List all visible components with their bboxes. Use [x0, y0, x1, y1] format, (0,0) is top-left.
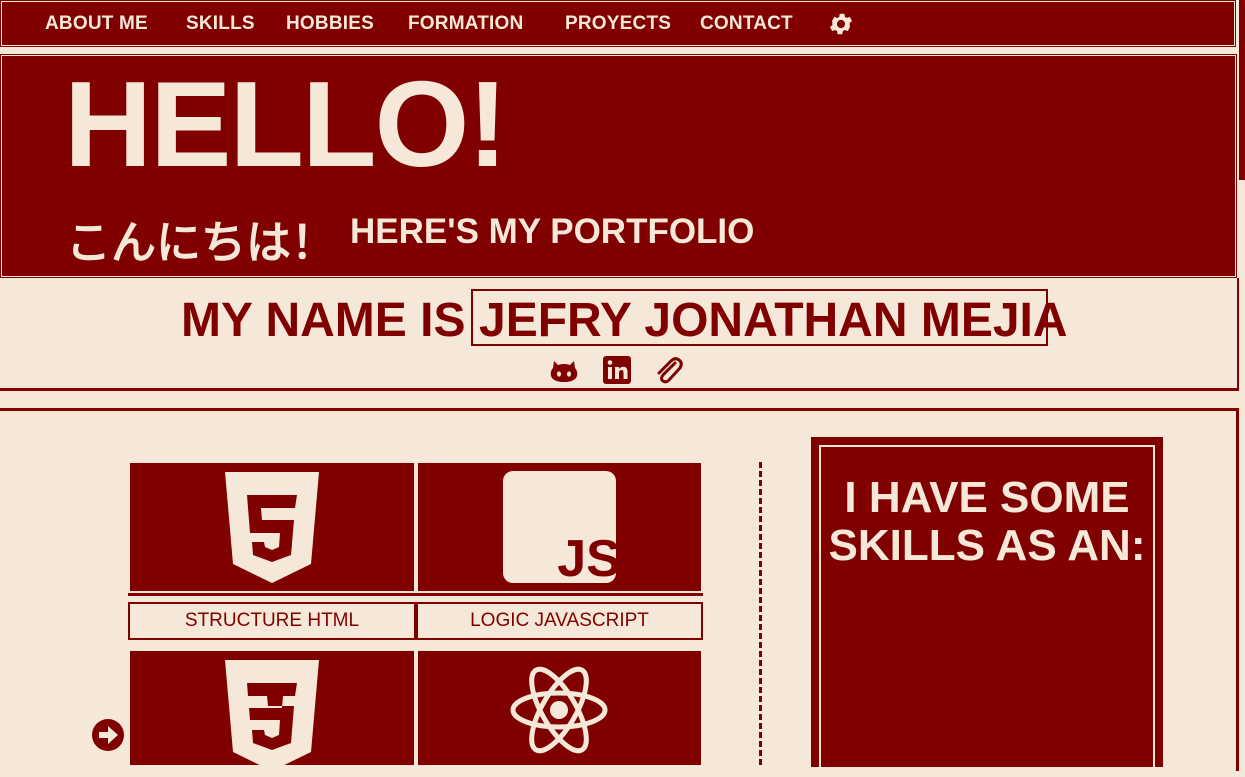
- name-prefix: MY NAME IS: [181, 294, 466, 347]
- hero-japanese-greeting: こんにちは！: [66, 216, 337, 269]
- gear-icon[interactable]: [827, 10, 855, 38]
- nav-skills[interactable]: SKILLS: [186, 13, 255, 35]
- css3-icon: [225, 660, 319, 771]
- skill-tile-react[interactable]: [418, 651, 701, 765]
- react-icon: [510, 666, 608, 754]
- author-name: JEFRY JONATHAN MEJIA: [479, 294, 1068, 347]
- tile-divider: [128, 593, 703, 596]
- nav-about-me[interactable]: ABOUT ME: [45, 13, 148, 35]
- skill-label-html: STRUCTURE HTML: [128, 602, 416, 640]
- svg-text:JS: JS: [557, 530, 616, 583]
- paperclip-icon[interactable]: [653, 354, 685, 386]
- github-icon[interactable]: [548, 354, 580, 386]
- nav-formation[interactable]: FORMATION: [408, 13, 523, 35]
- nav-hobbies[interactable]: HOBBIES: [286, 13, 374, 35]
- html5-icon: [225, 472, 319, 583]
- javascript-icon: JS: [503, 471, 616, 583]
- arrow-right-icon[interactable]: [91, 718, 125, 752]
- hero-subtitle: HERE'S MY PORTFOLIO: [350, 212, 755, 251]
- skill-tile-html[interactable]: [130, 463, 414, 591]
- hero-hello: HELLO!: [64, 56, 508, 192]
- skill-tile-javascript[interactable]: JS: [418, 463, 701, 591]
- skills-heading: I HAVE SOME SKILLS AS AN:: [828, 473, 1146, 570]
- nav-proyects[interactable]: PROYECTS: [565, 13, 671, 35]
- skill-tile-css[interactable]: [130, 651, 414, 771]
- section-dashed-divider: [759, 462, 762, 765]
- page-scrollbar[interactable]: [1239, 0, 1245, 765]
- skill-label-javascript: LOGIC JAVASCRIPT: [416, 602, 703, 640]
- nav-contact[interactable]: CONTACT: [700, 13, 793, 35]
- linkedin-icon[interactable]: [601, 354, 633, 386]
- scrollbar-thumb[interactable]: [1239, 0, 1245, 180]
